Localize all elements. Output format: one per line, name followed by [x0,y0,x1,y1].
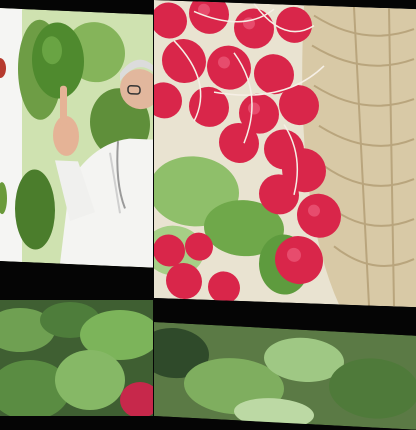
doctor-avocado-photo [0,8,153,268]
leafy-greens-photo-left [0,300,153,416]
leafy-greens-photo-right [154,322,416,430]
radish-basket-photo [154,0,416,308]
